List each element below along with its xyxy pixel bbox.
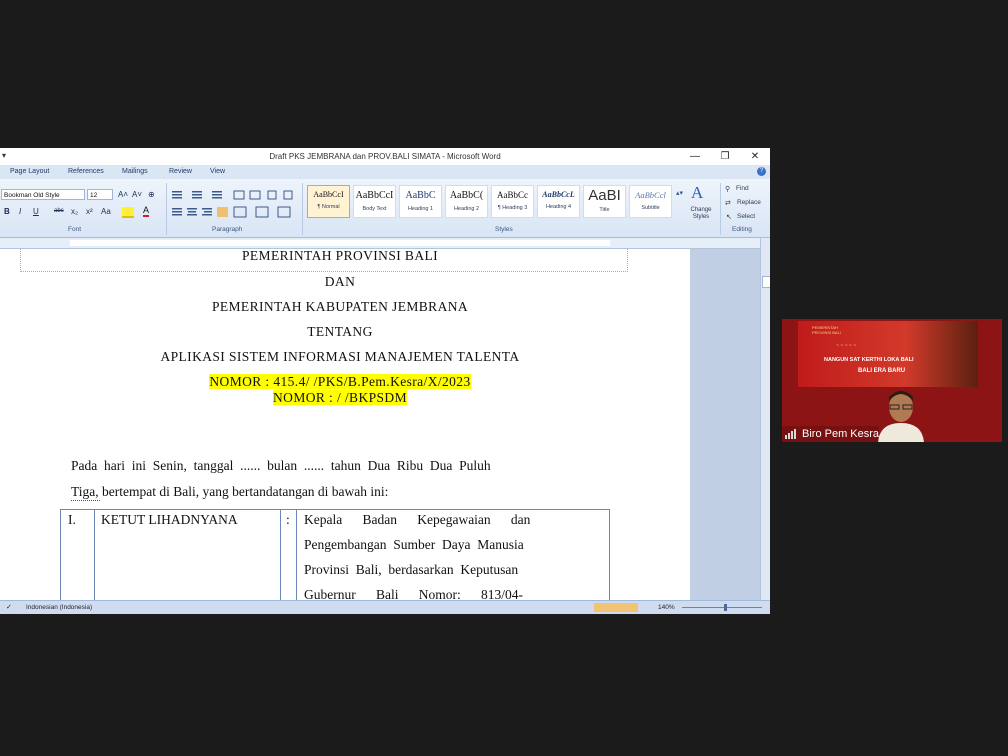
- select-button[interactable]: Select: [737, 213, 755, 220]
- tab-view[interactable]: View: [210, 168, 225, 175]
- minimize-button[interactable]: —: [680, 148, 710, 165]
- paragraph-group-label: Paragraph: [212, 226, 243, 233]
- style-heading-4[interactable]: AaBbCcL Heading 4: [537, 185, 580, 218]
- font-group-label: Font: [68, 226, 82, 233]
- document-page[interactable]: PEMERINTAH PROVINSI BALI DAN PEMERINTAH …: [0, 249, 690, 600]
- tab-mailings[interactable]: Mailings: [122, 168, 148, 175]
- styles-group-label: Styles: [495, 226, 513, 233]
- tab-references[interactable]: References: [68, 168, 104, 175]
- superscript-button[interactable]: x²: [86, 206, 93, 217]
- style-subtitle[interactable]: AaBbCcl Subtitle: [629, 185, 672, 218]
- doc-line-pemerintah-kab: PEMERINTAH KABUPATEN JEMBRANA: [211, 299, 469, 314]
- table-cell-desc-line-1: Kepala Badan Kepegawaian dan: [304, 512, 531, 527]
- style-title[interactable]: AaBI Title: [583, 185, 626, 218]
- find-button[interactable]: Find: [736, 185, 749, 192]
- doc-line-tentang: TENTANG: [307, 324, 373, 339]
- zoom-level[interactable]: 140%: [658, 604, 675, 611]
- tab-page-layout[interactable]: Page Layout: [10, 168, 49, 175]
- select-icon[interactable]: ↖: [726, 213, 732, 221]
- underline-button[interactable]: U: [33, 206, 39, 217]
- banner-line-1: NANGUN SAT KERTHI LOKA BALI: [824, 357, 914, 363]
- table-cell-desc-line-3: Provinsi Bali, berdasarkan Keputusan: [304, 562, 519, 577]
- participant-name: Biro Pem Kesra: [782, 426, 880, 442]
- grow-font-button[interactable]: A˄: [118, 189, 128, 200]
- italic-button[interactable]: I: [19, 206, 21, 217]
- title-bar: ▾ Draft PKS JEMBRANA dan PROV.BALI SIMAT…: [0, 148, 770, 165]
- change-case-button[interactable]: Aa: [101, 206, 111, 217]
- video-tile[interactable]: PEMERINTAH PROVINSI BALI ~ ~ ~ ~ ~ NANGU…: [782, 319, 1002, 442]
- shrink-font-button[interactable]: A˅: [132, 189, 142, 200]
- style-heading-2[interactable]: AaBbC( Heading 2: [445, 185, 488, 218]
- change-styles-icon[interactable]: A: [691, 183, 703, 203]
- font-color-icon[interactable]: A: [143, 206, 150, 217]
- table-col-divider: [94, 510, 95, 600]
- style-body-text[interactable]: AaBbCcI Body Text: [353, 185, 396, 218]
- replace-icon[interactable]: ⇄: [725, 199, 731, 207]
- document-area[interactable]: PEMERINTAH PROVINSI BALI DAN PEMERINTAH …: [0, 249, 760, 600]
- language-status[interactable]: Indonesian (Indonesia): [26, 604, 92, 611]
- participant-avatar: [878, 391, 924, 442]
- signatory-table[interactable]: I. KETUT LIHADNYANA : Kepala Badan Kepeg…: [60, 509, 610, 600]
- doc-nomor-2: NOMOR : / /BKPSDM: [273, 390, 407, 405]
- status-bar: ✓ Indonesian (Indonesia) 140%: [0, 600, 770, 614]
- banner-top-text: PEMERINTAH PROVINSI BALI: [812, 325, 841, 335]
- ribbon: Bookman Old Style 12 A˄ A˅ ⊕ B I U abc x…: [0, 179, 770, 238]
- table-cell-desc-line-4: Gubernur Bali Nomor: 813/04-: [304, 587, 523, 600]
- banner-image: PEMERINTAH PROVINSI BALI ~ ~ ~ ~ ~ NANGU…: [798, 321, 978, 387]
- style-heading-1[interactable]: AaBbC Heading 1: [399, 185, 442, 218]
- zoom-slider[interactable]: [682, 607, 762, 608]
- tab-review[interactable]: Review: [169, 168, 192, 175]
- word-window: ▾ Draft PKS JEMBRANA dan PROV.BALI SIMAT…: [0, 148, 770, 614]
- separator: [302, 183, 303, 235]
- ribbon-tabs: Page Layout References Mailings Review V…: [0, 165, 770, 179]
- font-name-box[interactable]: Bookman Old Style: [1, 189, 85, 200]
- doc-line-aplikasi: APLIKASI SISTEM INFORMASI MANAJEMEN TALE…: [160, 349, 520, 364]
- style-normal[interactable]: AaBbCcI ¶ Normal: [307, 185, 350, 218]
- table-cell-desc-line-2: Pengembangan Sumber Daya Manusia: [304, 537, 524, 552]
- spellcheck-underline: [71, 500, 100, 501]
- proofing-icon[interactable]: ✓: [6, 603, 12, 611]
- table-cell-name: KETUT LIHADNYANA: [101, 512, 238, 527]
- editing-group-label: Editing: [732, 226, 752, 233]
- bold-button[interactable]: B: [4, 206, 10, 217]
- doc-paragraph-line-1: Pada hari ini Senin, tanggal ...... bula…: [71, 458, 491, 473]
- horizontal-ruler[interactable]: [0, 238, 760, 249]
- clear-format-button[interactable]: ⊕: [148, 189, 155, 200]
- strikethrough-button[interactable]: abc: [54, 206, 64, 217]
- doc-line-pemerintah-prov: PEMERINTAH PROVINSI BALI: [241, 249, 439, 263]
- find-icon[interactable]: ⚲: [725, 185, 730, 193]
- window-title: Draft PKS JEMBRANA dan PROV.BALI SIMATA …: [269, 152, 501, 161]
- maximize-button[interactable]: ❐: [710, 148, 740, 165]
- view-buttons[interactable]: [594, 603, 638, 612]
- styles-more-icon[interactable]: ▴▾: [676, 189, 683, 197]
- separator: [720, 183, 721, 235]
- table-cell-colon: :: [286, 512, 290, 527]
- doc-paragraph-line-2: Tiga, bertempat di Bali, yang bertandata…: [71, 484, 389, 499]
- doc-nomor-1: NOMOR : 415.4/ /PKS/B.Pem.Kesra/X/2023: [209, 374, 471, 389]
- doc-line-dan: DAN: [324, 274, 356, 289]
- vertical-scrollbar[interactable]: [760, 238, 770, 600]
- paragraph-icons[interactable]: [170, 188, 298, 222]
- replace-button[interactable]: Replace: [737, 199, 761, 206]
- table-col-divider: [280, 510, 281, 600]
- banner-line-2: BALI ERA BARU: [858, 368, 906, 374]
- subscript-button[interactable]: x₂: [71, 206, 78, 217]
- change-styles-label[interactable]: Change Styles: [686, 207, 716, 221]
- scroll-thumb[interactable]: [762, 276, 770, 288]
- ruler-text-area: [70, 240, 610, 246]
- style-heading-3[interactable]: AaBbCc ¶ Heading 3: [491, 185, 534, 218]
- table-col-divider: [296, 510, 297, 600]
- zoom-slider-handle[interactable]: [724, 604, 727, 611]
- font-size-box[interactable]: 12: [87, 189, 113, 200]
- banner-script: ~ ~ ~ ~ ~: [836, 343, 857, 349]
- close-button[interactable]: ✕: [740, 148, 770, 165]
- table-cell-number: I.: [68, 512, 76, 527]
- separator: [166, 183, 167, 235]
- highlight-icon[interactable]: [122, 207, 134, 218]
- help-icon[interactable]: ?: [757, 167, 766, 176]
